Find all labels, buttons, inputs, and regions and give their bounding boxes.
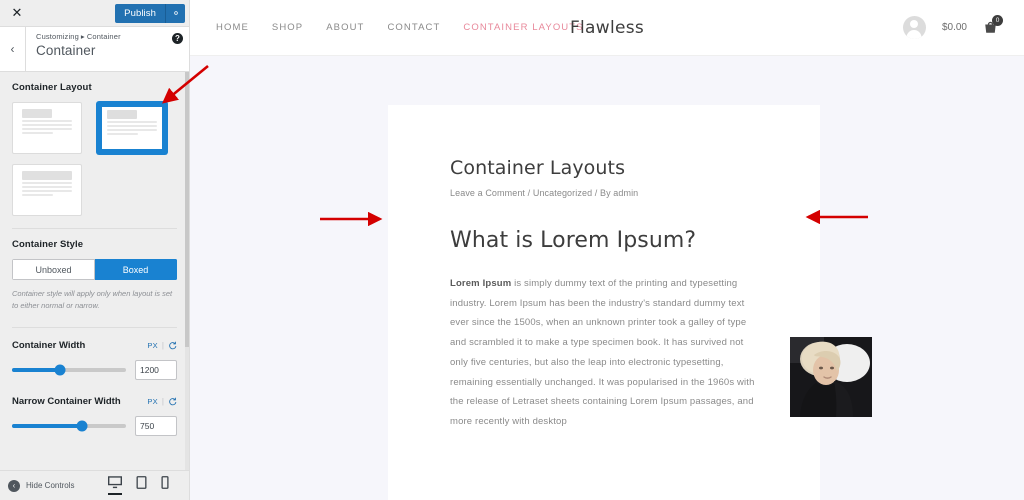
control-label: Container Width (12, 340, 86, 352)
mobile-icon[interactable] (161, 476, 169, 495)
collapse-icon: ‹ (8, 479, 20, 492)
post-meta: Leave a Comment / Uncategorized / By adm… (450, 188, 639, 198)
control-label: Narrow Container Width (12, 396, 121, 408)
thumb-line (22, 194, 53, 196)
unit-controls: PX | (147, 341, 177, 350)
customizer-footer: ‹ Hide Controls (0, 470, 189, 500)
customizer-sidebar: ✕ Publish ‹ Customizing ▸ Container Conta (0, 0, 190, 500)
cart-total: $0.00 (941, 22, 967, 33)
control-container-layout: Container Layout (0, 72, 189, 216)
breadcrumb: Customizing ▸ Container (36, 32, 181, 41)
thumb-header (22, 109, 52, 118)
customizer-controls: Container Layout Container Style Unboxed… (0, 72, 189, 470)
thumb-line (107, 125, 157, 127)
tablet-icon[interactable] (136, 476, 147, 495)
help-icon[interactable]: ? (172, 33, 183, 44)
unit-controls: PX | (147, 397, 177, 406)
thumb-line (22, 182, 72, 184)
nav-item-home[interactable]: HOME (216, 22, 249, 33)
customizer-topbar: ✕ Publish (0, 0, 189, 27)
slider-fill (12, 424, 82, 429)
post-heading: What is Lorem Ipsum? (450, 228, 697, 253)
post-container: Container Layouts Leave a Comment / Unca… (388, 105, 872, 500)
control-container-width: Container Width PX | (0, 328, 189, 381)
thumb-header (107, 110, 137, 119)
breadcrumb-separator-icon: ▸ (80, 32, 85, 41)
desktop-icon[interactable] (108, 476, 122, 495)
thumb-line (22, 190, 72, 192)
slider-fill (12, 368, 60, 373)
thumb-line (22, 132, 53, 134)
slider-knob[interactable] (54, 364, 66, 376)
container-width-input[interactable] (135, 360, 177, 381)
style-option-boxed[interactable]: Boxed (95, 259, 177, 280)
post-photo (790, 337, 872, 417)
customizer-panel-header: ‹ Customizing ▸ Container Container ? (0, 27, 189, 72)
control-narrow-container-width: Narrow Container Width PX | (0, 380, 189, 437)
narrow-container-width-slider[interactable] (12, 420, 126, 432)
header-actions: $0.00 0 (902, 15, 1003, 39)
style-button-group: Unboxed Boxed (12, 259, 177, 280)
post-body: Lorem Ipsum is simply dummy text of the … (450, 274, 758, 432)
account-avatar-icon[interactable] (902, 16, 926, 39)
reset-icon[interactable] (168, 341, 177, 350)
control-label: Container Style (12, 239, 84, 250)
panel-header-text: Customizing ▸ Container Container ? (26, 27, 189, 71)
reset-icon[interactable] (168, 397, 177, 406)
container-width-slider[interactable] (12, 364, 126, 376)
control-container-style: Container Style Unboxed Boxed Container … (0, 229, 189, 311)
style-help-note: Container style will apply only when lay… (12, 289, 173, 310)
scrollbar-thumb[interactable] (185, 72, 189, 347)
nav-item-container-layouts[interactable]: CONTAINER LAYOUTS (463, 22, 583, 33)
breadcrumb-root[interactable]: Customizing (36, 32, 79, 41)
gear-icon[interactable] (165, 3, 185, 23)
page-title: Container (36, 43, 96, 58)
scrollbar[interactable] (185, 72, 189, 470)
unit-px-button[interactable]: PX (147, 341, 158, 350)
layout-option-narrow[interactable] (97, 102, 167, 154)
post-title: Container Layouts (450, 157, 626, 179)
thumb-line (22, 186, 72, 188)
site-header: HOME SHOP ABOUT CONTACT CONTAINER LAYOUT… (190, 0, 1024, 56)
layout-option-normal[interactable] (12, 102, 82, 154)
divider: | (161, 341, 164, 351)
post-body-rest: is simply dummy text of the printing and… (450, 277, 755, 428)
primary-navigation: HOME SHOP ABOUT CONTACT CONTAINER LAYOUT… (216, 22, 584, 33)
publish-group: Publish (115, 3, 185, 23)
breadcrumb-current: Container (86, 32, 121, 41)
divider: | (161, 397, 164, 407)
back-icon[interactable]: ‹ (0, 27, 26, 71)
site-brand[interactable]: Flawless (570, 18, 644, 38)
nav-item-shop[interactable]: SHOP (272, 22, 303, 33)
nav-item-about[interactable]: ABOUT (326, 22, 364, 33)
publish-button[interactable]: Publish (115, 3, 165, 23)
style-option-unboxed[interactable]: Unboxed (12, 259, 95, 280)
thumb-line (107, 129, 157, 131)
screen-root: ✕ Publish ‹ Customizing ▸ Container Conta (0, 0, 1024, 500)
site-preview: HOME SHOP ABOUT CONTACT CONTAINER LAYOUT… (190, 0, 1024, 500)
nav-item-contact[interactable]: CONTACT (387, 22, 440, 33)
hide-controls-label: Hide Controls (26, 481, 75, 490)
slider-knob[interactable] (76, 420, 88, 432)
thumb-header (22, 171, 72, 180)
thumb-line (107, 121, 157, 123)
thumb-line (107, 133, 138, 135)
cart-count-badge: 0 (992, 15, 1003, 26)
narrow-container-width-input[interactable] (135, 416, 177, 437)
thumb-line (22, 120, 72, 122)
unit-px-button[interactable]: PX (147, 397, 158, 406)
layout-option-full-width[interactable] (12, 164, 82, 216)
thumb-line (22, 124, 72, 126)
cart-icon[interactable]: 0 (983, 15, 1003, 35)
control-label: Container Layout (12, 82, 92, 93)
close-icon[interactable]: ✕ (8, 4, 26, 22)
thumb-line (22, 128, 72, 130)
layout-options (12, 102, 177, 216)
post-body-lead: Lorem Ipsum (450, 277, 512, 289)
device-preview-group (108, 476, 169, 495)
hide-controls-button[interactable]: ‹ Hide Controls (8, 479, 75, 492)
